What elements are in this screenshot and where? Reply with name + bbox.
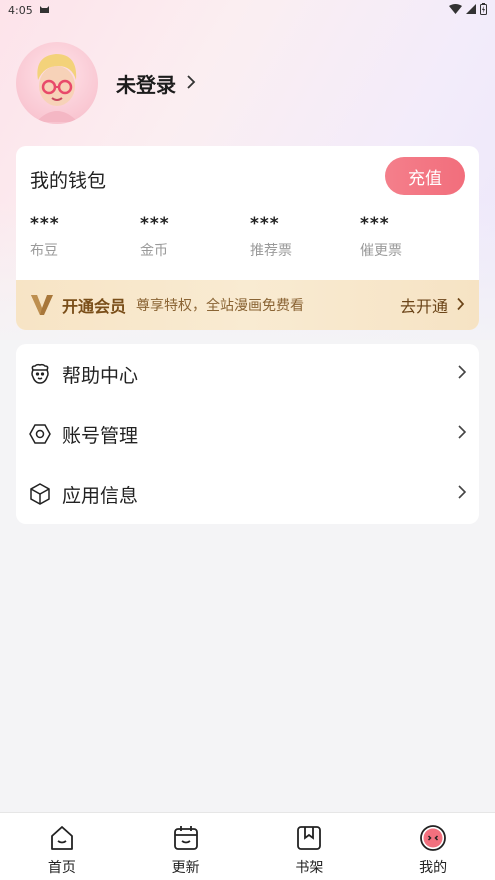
stat-budou[interactable]: *** 布豆 xyxy=(30,214,140,260)
login-label: 未登录 xyxy=(116,72,176,97)
tab-bookshelf[interactable]: 书架 xyxy=(248,813,372,880)
stat-value: *** xyxy=(360,214,390,234)
wallet-stats: *** 布豆 *** 金币 *** 推荐票 *** 催更票 xyxy=(30,214,470,260)
tab-label: 我的 xyxy=(419,860,448,876)
profile-header[interactable]: 未登录 xyxy=(16,42,196,124)
stat-value: *** xyxy=(140,214,170,234)
login-link[interactable]: 未登录 xyxy=(116,69,196,98)
status-bar: 4:05 xyxy=(0,0,495,20)
menu-item-app-info[interactable]: 应用信息 xyxy=(16,464,479,524)
home-icon xyxy=(47,823,77,853)
tab-label: 更新 xyxy=(171,860,200,876)
calendar-icon xyxy=(171,823,201,853)
battery-icon xyxy=(480,2,487,18)
wallet-card: 我的钱包 充值 *** 布豆 *** 金币 *** 推荐票 *** 催更票 开通… xyxy=(16,146,479,330)
recharge-button[interactable]: 充值 xyxy=(385,157,465,195)
profile-face-icon xyxy=(418,823,448,853)
account-hexagon-icon xyxy=(28,422,52,446)
menu-item-label: 账号管理 xyxy=(62,424,139,447)
chevron-right-icon xyxy=(448,296,465,315)
wifi-icon xyxy=(449,3,462,17)
tab-home[interactable]: 首页 xyxy=(0,813,124,880)
settings-menu: 帮助中心 账号管理 应用信息 xyxy=(16,344,479,524)
menu-item-help-center[interactable]: 帮助中心 xyxy=(16,344,479,404)
stat-label: 布豆 xyxy=(30,243,58,259)
bookshelf-icon xyxy=(294,823,324,853)
stat-value: *** xyxy=(250,214,280,234)
menu-item-label: 应用信息 xyxy=(62,484,139,507)
vip-open-label: 去开通 xyxy=(399,297,448,316)
tab-label: 首页 xyxy=(47,860,76,876)
stat-coins[interactable]: *** 金币 xyxy=(140,214,250,260)
avatar[interactable] xyxy=(16,42,98,124)
tab-label: 书架 xyxy=(295,860,324,876)
notification-cat-icon xyxy=(39,4,50,17)
stat-value: *** xyxy=(30,214,60,234)
stat-recommend-tickets[interactable]: *** 推荐票 xyxy=(250,214,360,260)
tab-mine[interactable]: 我的 xyxy=(371,813,495,880)
app-info-cube-icon xyxy=(28,482,52,506)
stat-label: 催更票 xyxy=(360,243,402,259)
tab-updates[interactable]: 更新 xyxy=(124,813,248,880)
stat-label: 金币 xyxy=(140,243,168,259)
chevron-right-icon xyxy=(457,424,467,444)
wallet-title: 我的钱包 xyxy=(30,170,107,192)
help-center-icon xyxy=(28,362,52,386)
vip-banner[interactable]: 开通会员 尊享特权，全站漫画免费看 去开通 xyxy=(16,280,479,330)
vip-title: 开通会员 xyxy=(62,297,127,316)
stat-urge-tickets[interactable]: *** 催更票 xyxy=(360,214,470,260)
vip-description: 尊享特权，全站漫画免费看 xyxy=(136,298,305,314)
chevron-right-icon xyxy=(457,484,467,504)
menu-item-label: 帮助中心 xyxy=(62,364,139,387)
menu-item-account-management[interactable]: 账号管理 xyxy=(16,404,479,464)
bottom-tab-bar: 首页 更新 书架 我的 xyxy=(0,812,495,880)
vip-logo-icon xyxy=(30,294,54,316)
chevron-right-icon xyxy=(186,71,196,95)
status-time: 4:05 xyxy=(8,3,33,17)
signal-icon xyxy=(466,3,476,17)
chevron-right-icon xyxy=(457,364,467,384)
stat-label: 推荐票 xyxy=(250,243,292,259)
vip-open-button[interactable]: 去开通 xyxy=(400,293,465,317)
